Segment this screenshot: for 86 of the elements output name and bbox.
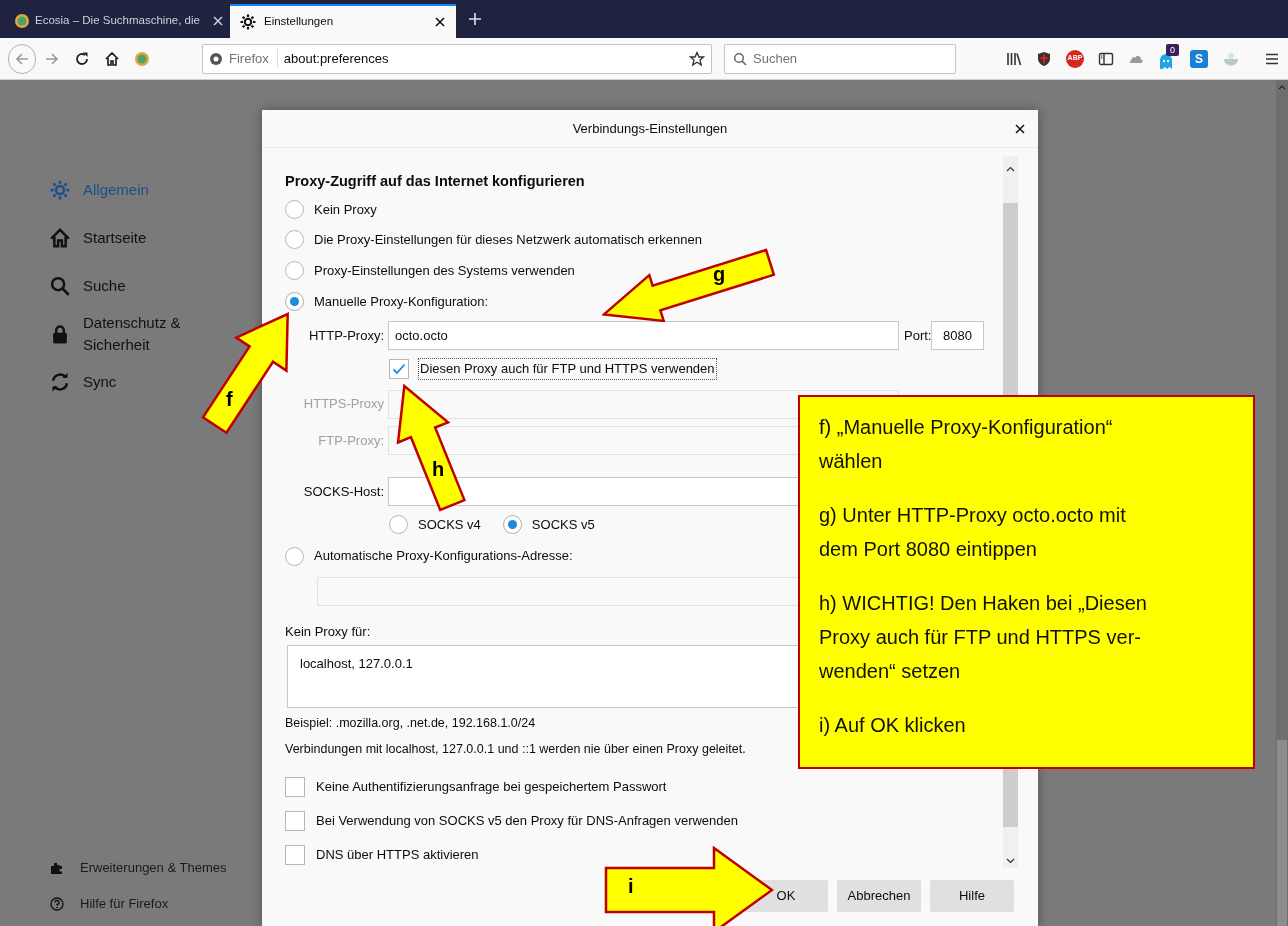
section-heading: Proxy-Zugriff auf das Internet konfigurieren: [285, 172, 586, 191]
globe-icon: [14, 13, 30, 29]
scroll-up-icon[interactable]: [1006, 166, 1015, 172]
port-field[interactable]: 8080: [931, 320, 984, 350]
radio-button[interactable]: [285, 291, 304, 311]
option-label: Kein Proxy: [314, 200, 377, 219]
help-icon: [50, 897, 64, 911]
url-text: about:preferences: [283, 49, 390, 68]
radio-button[interactable]: [285, 261, 304, 281]
option-label: Die Proxy-Einstellungen für dieses Netzwerk automatisch erkennen: [314, 231, 703, 250]
option-label: SOCKS v4: [418, 515, 481, 534]
sidebar-item[interactable]: Datenschutz & Sicherheit: [50, 310, 191, 358]
checkbox[interactable]: [285, 810, 305, 831]
ghost-icon[interactable]: [1158, 51, 1174, 70]
field-label: HTTP-Proxy:: [307, 326, 385, 345]
dialog-button[interactable]: Hilfe: [930, 880, 1014, 912]
checkbox[interactable]: [285, 844, 305, 865]
instruction-text: i) Auf OK klicken: [819, 713, 967, 738]
globe-icon[interactable]: [134, 50, 150, 67]
radio-button[interactable]: [285, 230, 304, 250]
option-label: Automatische Proxy-Konfigurations-Adresse:: [314, 547, 573, 566]
home-icon: [50, 228, 70, 248]
sync-icon: [50, 372, 70, 392]
field-label: HTTPS-Proxy: [302, 395, 385, 414]
http-proxy-field[interactable]: octo.octo: [388, 320, 899, 350]
puzzle-icon: [50, 861, 64, 875]
star-icon[interactable]: [689, 50, 705, 67]
sidebar-item[interactable]: Sync: [50, 358, 117, 406]
checkbox[interactable]: [285, 776, 305, 797]
settings-icon: [50, 180, 70, 200]
close-icon[interactable]: [1014, 123, 1026, 135]
field-label: Kein Proxy für:: [285, 622, 371, 641]
lock-icon: [50, 324, 70, 344]
forward-icon[interactable]: [44, 50, 60, 67]
home-icon[interactable]: [104, 50, 120, 67]
sidebar-link[interactable]: Erweiterungen & Themes: [50, 850, 227, 886]
option-label: SOCKS v5: [531, 515, 595, 534]
library-icon[interactable]: [1006, 50, 1022, 67]
checkbox[interactable]: [389, 359, 409, 380]
dialog-button[interactable]: Abbrechen: [837, 880, 921, 912]
callout-letter: i: [628, 874, 634, 898]
radio-button[interactable]: [502, 515, 522, 534]
shield-icon[interactable]: [1036, 50, 1052, 67]
field-label: FTP-Proxy:: [317, 432, 385, 450]
checkbox-label: DNS über HTTPS aktivieren: [316, 846, 479, 865]
checkbox-label: Bei Verwendung von SOCKS v5 den Proxy für DNS-Anfragen verwenden: [316, 812, 738, 831]
option-label: Proxy-Einstellungen des Systems verwenden: [314, 261, 575, 280]
checkbox-label: Diesen Proxy auch für FTP und HTTPS verwenden: [418, 358, 717, 380]
hint-text: Beispiel: .mozilla.org, .net.de, 192.168.1.0/24: [285, 714, 536, 732]
port-label: Port:: [903, 326, 931, 345]
callout-letter: g: [713, 262, 726, 286]
radio-button[interactable]: [285, 199, 304, 219]
reload-icon[interactable]: [74, 50, 90, 67]
radio-button[interactable]: [389, 515, 408, 534]
sidebar-item[interactable]: Startseite: [50, 214, 147, 262]
option-label: Manuelle Proxy-Konfiguration:: [314, 292, 489, 311]
scroll-down-icon[interactable]: [1006, 858, 1015, 864]
callout-letter: f: [226, 387, 233, 411]
sidebar-icon[interactable]: [1098, 50, 1114, 67]
notification-badge: 0: [1166, 43, 1179, 56]
search-icon: [733, 51, 747, 66]
browser-tab[interactable]: Einstellungen: [230, 4, 456, 38]
search-field[interactable]: Suchen: [724, 43, 956, 74]
checkmark-icon: [392, 363, 406, 376]
extension-button[interactable]: S: [1190, 49, 1208, 68]
hint-text: Verbindungen mit localhost, 127.0.0.1 und ::1 werden nie über einen Proxy geleitet.: [285, 740, 746, 758]
address-bar[interactable]: Firefox about:preferences: [202, 43, 712, 74]
callout-letter: h: [432, 457, 445, 481]
field-label: SOCKS-Host:: [302, 482, 385, 501]
page-scrollbar[interactable]: [1276, 80, 1288, 926]
dialog-title: Verbindungs-Einstellungen: [572, 119, 728, 138]
back-arrow-icon: [14, 50, 30, 67]
new-tab-icon[interactable]: [468, 12, 482, 26]
sidebar-link[interactable]: Hilfe für Firefox: [50, 886, 169, 922]
settings-icon: [240, 14, 256, 30]
search-icon: [50, 276, 70, 296]
scrollbar-thumb[interactable]: [1277, 740, 1287, 926]
instruction-text: g) Unter HTTP-Proxy octo.octo mit dem Port 8080 eintippen: [819, 503, 1127, 562]
sidebar-item[interactable]: Suche: [50, 262, 126, 310]
browser-tab[interactable]: Ecosia – Die Suchmaschine, die: [8, 4, 230, 38]
site-identity: Firefox: [229, 48, 278, 69]
radio-button[interactable]: [285, 546, 304, 566]
firefox-logo-icon: [209, 51, 223, 66]
close-icon[interactable]: [434, 16, 446, 28]
checkbox-label: Keine Authentifizierungsanfrage bei gespeichertem Passwort: [316, 778, 667, 797]
instruction-text: f) „Manuelle Proxy-Konfiguration“ wählen: [819, 415, 1114, 474]
